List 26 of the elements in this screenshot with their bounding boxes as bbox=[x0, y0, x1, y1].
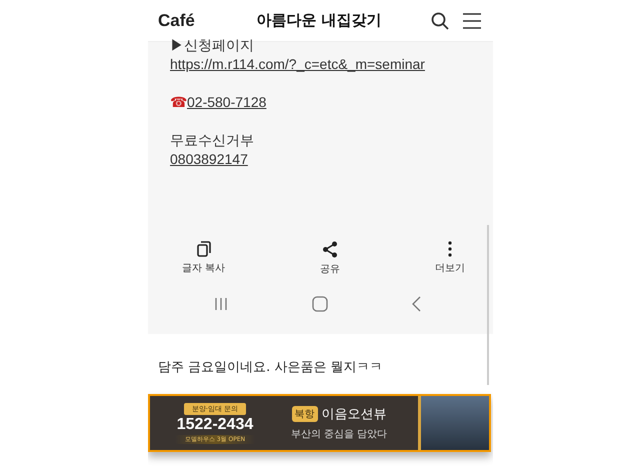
more-icon bbox=[448, 241, 452, 257]
page-title: 아름다운 내집갖기 bbox=[255, 11, 383, 30]
post-text: ▶신청페이지 bbox=[170, 36, 255, 55]
building-photo-placeholder bbox=[418, 396, 489, 450]
ad-slogan: 부산의 중심을 담았다 bbox=[290, 428, 388, 441]
share-action-button[interactable]: 공유 bbox=[320, 241, 340, 276]
phone-icon: ☎ bbox=[170, 94, 187, 110]
home-icon[interactable] bbox=[312, 296, 328, 312]
scrollbar[interactable] bbox=[487, 225, 489, 385]
ad-name: 이음오션뷰 bbox=[322, 406, 386, 423]
share-icon bbox=[322, 241, 338, 258]
cafe-logo[interactable]: Café bbox=[158, 10, 195, 30]
copy-icon bbox=[196, 241, 211, 257]
back-icon[interactable] bbox=[412, 296, 421, 312]
ad-phone-number: 1522-2434 bbox=[176, 416, 254, 434]
search-icon[interactable] bbox=[431, 12, 449, 30]
ad-tag: 북항 bbox=[292, 406, 318, 422]
post-link[interactable]: 0803892147 bbox=[170, 151, 248, 167]
menu-icon[interactable] bbox=[463, 12, 481, 28]
post-link[interactable]: https://m.r114.com/?_c=etc&_m=seminar bbox=[170, 56, 425, 72]
post-text: 무료수신거부 bbox=[170, 131, 255, 150]
more-action-button[interactable]: 더보기 bbox=[435, 241, 465, 276]
phone-link[interactable]: 02-580-7128 bbox=[187, 94, 266, 110]
recents-icon[interactable] bbox=[214, 297, 228, 311]
comment-text: 담주 금요일이네요. 사은품은 뭘지ㅋㅋ bbox=[158, 359, 384, 376]
copy-action-button[interactable]: 글자 복사 bbox=[182, 241, 226, 276]
